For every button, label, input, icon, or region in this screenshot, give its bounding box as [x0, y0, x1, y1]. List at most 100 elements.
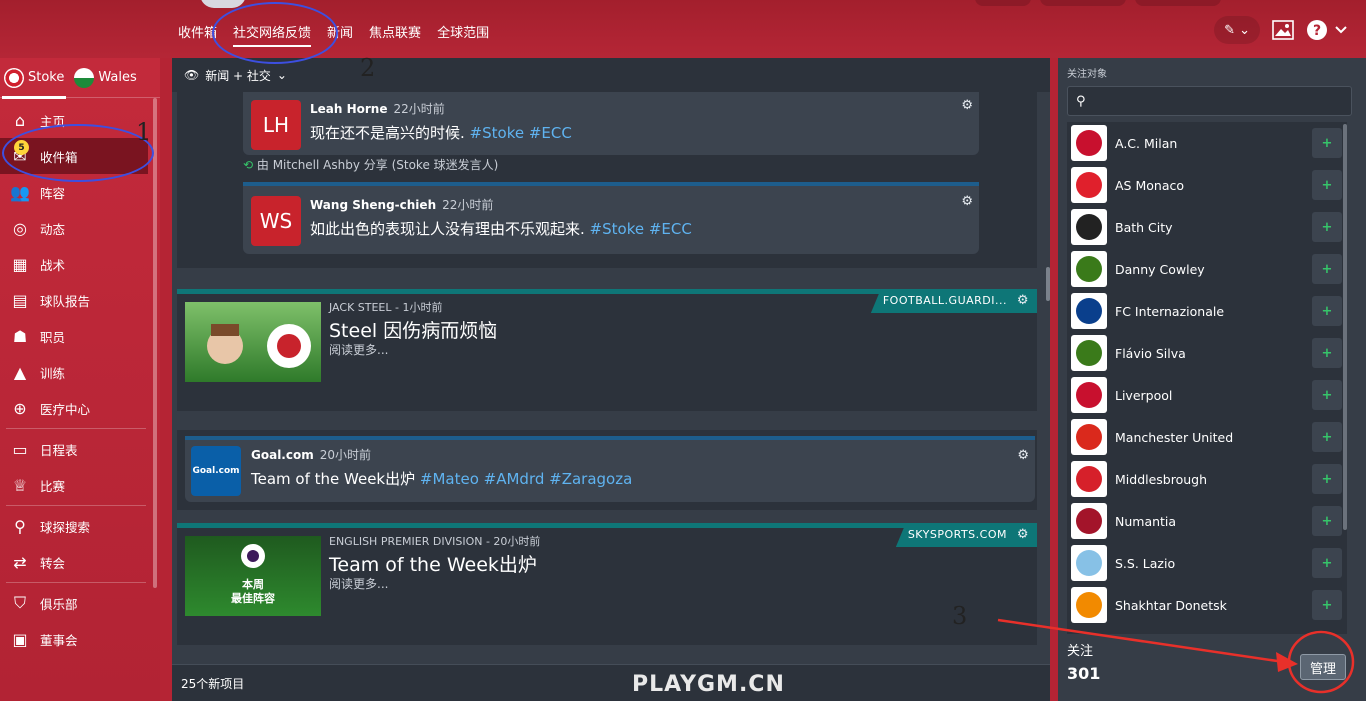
sidebar-item-team-report[interactable]: ▤ 球队报告: [0, 282, 160, 318]
sidebar-item-staff[interactable]: ☗ 职员: [0, 318, 160, 354]
add-follow-icon[interactable]: +: [1312, 506, 1342, 536]
follow-item[interactable]: Middlesbrough +: [1067, 458, 1347, 500]
club-crest-icon: [1071, 335, 1107, 371]
team-name-stoke[interactable]: Stoke: [28, 70, 64, 85]
follow-item[interactable]: Danny Cowley +: [1067, 248, 1347, 290]
follow-name[interactable]: Danny Cowley: [1115, 262, 1205, 277]
add-follow-icon[interactable]: +: [1312, 296, 1342, 326]
club-crest-icon: [1071, 587, 1107, 623]
news-source-badge[interactable]: FOOTBALL.GUARDI... ⚙: [870, 289, 1037, 313]
top-pill-button[interactable]: [1135, 0, 1221, 6]
club-crest-icon: [1071, 419, 1107, 455]
sidebar-item-tactics[interactable]: ▦ 战术: [0, 246, 160, 282]
gear-icon[interactable]: ⚙: [961, 194, 973, 209]
follow-item[interactable]: Shakhtar Donetsk +: [1067, 584, 1347, 626]
follow-name[interactable]: Middlesbrough: [1115, 472, 1207, 487]
avatar: LH: [251, 100, 301, 150]
sidebar-scrollbar[interactable]: [153, 98, 157, 588]
add-follow-icon[interactable]: +: [1312, 422, 1342, 452]
add-follow-icon[interactable]: +: [1312, 254, 1342, 284]
crest-color: [1076, 298, 1102, 324]
sidebar-item-transfers[interactable]: ⇄ 转会: [0, 544, 160, 580]
follow-name[interactable]: Manchester United: [1115, 430, 1233, 445]
tactics-icon: ▦: [12, 254, 28, 274]
follow-item[interactable]: Liverpool +: [1067, 374, 1347, 416]
news-title[interactable]: Team of the Week出炉: [329, 550, 537, 577]
news-title[interactable]: Steel 因伤病而烦恼: [329, 316, 497, 343]
add-follow-icon[interactable]: +: [1312, 338, 1342, 368]
annotation-number-3: 3: [952, 602, 968, 630]
crest-color: [1076, 256, 1102, 282]
follow-item[interactable]: Numantia +: [1067, 500, 1347, 542]
follow-search[interactable]: ⚲: [1067, 86, 1352, 116]
add-follow-icon[interactable]: +: [1312, 464, 1342, 494]
follow-name[interactable]: A.C. Milan: [1115, 136, 1177, 151]
feed-scrollbar[interactable]: [1046, 267, 1050, 301]
follow-name[interactable]: Numantia: [1115, 514, 1176, 529]
tab-global[interactable]: 全球范围: [429, 14, 497, 48]
follow-item[interactable]: FC Internazionale +: [1067, 290, 1347, 332]
news-article[interactable]: SKYSPORTS.COM ⚙ 本周 最佳阵容 ENGLISH PREMIER D…: [177, 523, 1037, 645]
social-post-goal[interactable]: Goal.com Goal.com 20小时前 Team of the Week出…: [177, 430, 1037, 510]
crest-color: [1076, 214, 1102, 240]
follow-name[interactable]: FC Internazionale: [1115, 304, 1224, 319]
follow-name[interactable]: AS Monaco: [1115, 178, 1184, 193]
team-name-wales[interactable]: Wales: [98, 70, 136, 85]
add-follow-icon[interactable]: +: [1312, 170, 1342, 200]
sidebar-item-dynamics[interactable]: ◎ 动态: [0, 210, 160, 246]
add-follow-icon[interactable]: +: [1312, 128, 1342, 158]
add-follow-icon[interactable]: +: [1312, 212, 1342, 242]
news-source-badge[interactable]: SKYSPORTS.COM ⚙: [895, 523, 1037, 547]
read-more-link[interactable]: 阅读更多...: [329, 341, 388, 358]
follow-item[interactable]: Manchester United +: [1067, 416, 1347, 458]
feed-filter[interactable]: 👁 新闻 + 社交 ⌄: [172, 58, 1050, 92]
tab-focus-leagues[interactable]: 焦点联赛: [361, 14, 429, 48]
news-article[interactable]: FOOTBALL.GUARDI... ⚙ JACK STEEL - 1小时前 St…: [177, 289, 1037, 411]
sidebar-item-label: 医疗中心: [40, 401, 91, 417]
follow-list: A.C. Milan + AS Monaco + Bath City + Danny Cow…: [1067, 122, 1347, 634]
gear-icon[interactable]: ⚙: [961, 98, 973, 113]
gear-icon[interactable]: ⚙: [1017, 448, 1029, 463]
svg-text:?: ?: [1313, 23, 1321, 39]
sidebar-item-competitions[interactable]: ♕ 比赛: [0, 467, 160, 503]
training-icon: ▲: [13, 362, 27, 382]
club-crest-icon: [1071, 377, 1107, 413]
add-follow-icon[interactable]: +: [1312, 380, 1342, 410]
image-icon[interactable]: [1272, 16, 1294, 44]
follow-name[interactable]: Shakhtar Donetsk: [1115, 598, 1227, 613]
follow-name[interactable]: Liverpool: [1115, 388, 1172, 403]
follow-scrollbar[interactable]: [1343, 124, 1347, 530]
sidebar-item-scouting[interactable]: ⚲ 球探搜索: [0, 508, 160, 544]
pencil-icon[interactable]: ✎ ⌄: [1214, 16, 1260, 44]
sidebar-item-board[interactable]: ▣ 董事会: [0, 621, 160, 657]
eye-icon: 👁: [184, 68, 200, 82]
post-author: Wang Sheng-chieh 22小时前: [310, 198, 494, 212]
follow-item[interactable]: Flávio Silva +: [1067, 332, 1347, 374]
post-text: 如此出色的表现让人没有理由不乐观起来. #Stoke #ECC: [310, 220, 692, 238]
follow-name[interactable]: Flávio Silva: [1115, 346, 1186, 361]
sidebar-item-club[interactable]: ⛉ 俱乐部: [0, 585, 160, 621]
manage-button[interactable]: 管理: [1300, 654, 1346, 680]
follow-item[interactable]: S.S. Lazio +: [1067, 542, 1347, 584]
help-icon[interactable]: ?: [1306, 16, 1350, 44]
top-pill-button[interactable]: [975, 0, 1031, 6]
follow-name[interactable]: Bath City: [1115, 220, 1173, 235]
search-input[interactable]: [1091, 93, 1332, 109]
sidebar-item-training[interactable]: ▲ 训练: [0, 354, 160, 390]
read-more-link[interactable]: 阅读更多...: [329, 575, 388, 592]
club-crest-icon: [1071, 461, 1107, 497]
follow-item[interactable]: Bath City +: [1067, 206, 1347, 248]
sidebar-item-medical[interactable]: ⊕ 医疗中心: [0, 390, 160, 426]
social-post[interactable]: WS Wang Sheng-chieh 22小时前 如此出色的表现让人没有理由不乐…: [243, 182, 979, 254]
follow-item[interactable]: A.C. Milan +: [1067, 122, 1347, 164]
goal-logo: Goal.com: [191, 446, 241, 496]
follow-item[interactable]: AS Monaco +: [1067, 164, 1347, 206]
sidebar-item-schedule[interactable]: ▭ 日程表: [0, 431, 160, 467]
follow-name[interactable]: S.S. Lazio: [1115, 556, 1175, 571]
add-follow-icon[interactable]: +: [1312, 548, 1342, 578]
top-pill-button[interactable]: [1040, 0, 1126, 6]
social-post[interactable]: LH Leah Horne 22小时前 现在还不是高兴的时候. #Stoke #E…: [243, 92, 979, 155]
add-follow-icon[interactable]: +: [1312, 590, 1342, 620]
post-text: Team of the Week出炉 #Mateo #AMdrd #Zarago…: [251, 470, 633, 488]
team-switcher[interactable]: Stoke Wales: [0, 58, 160, 99]
